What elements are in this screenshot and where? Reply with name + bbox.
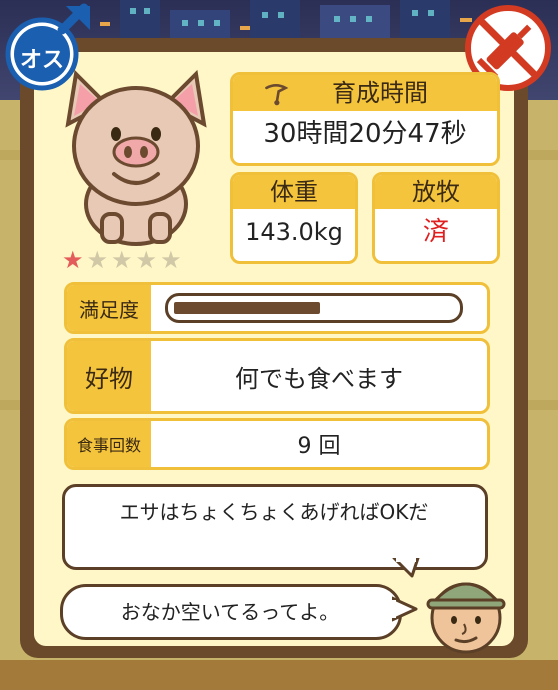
advice-text: エサはちょくちょくあげればOKだ xyxy=(119,500,429,524)
satisfaction-row: 満足度 xyxy=(64,282,490,334)
satisfaction-bar xyxy=(165,293,463,323)
star-empty-icon: ★ xyxy=(111,246,133,274)
rearing-time-label: 育成時間 xyxy=(332,79,428,107)
meal-count-value: 9 回 xyxy=(297,434,341,459)
hungry-text: おなか空いてるってよ。 xyxy=(120,600,340,624)
farmer-avatar xyxy=(426,582,506,654)
star-empty-icon: ★ xyxy=(135,246,158,274)
grazing-box: 放牧 済 xyxy=(372,172,500,264)
whistle-icon xyxy=(265,84,289,106)
star-empty-icon: ★ xyxy=(160,246,182,274)
favorite-food-value: 何でも食べます xyxy=(235,364,403,393)
rating-stars: ★ ★ ★ ★ ★ xyxy=(62,248,182,272)
meal-count-label: 食事回数 xyxy=(67,421,151,467)
meal-count-row: 食事回数 9 回 xyxy=(64,418,490,470)
favorite-food-label: 好物 xyxy=(67,341,151,411)
favorite-food-row: 好物 何でも食べます xyxy=(64,338,490,414)
weight-box: 体重 143.0kg xyxy=(230,172,358,264)
rearing-time-value: 30時間20分47秒 xyxy=(263,119,467,149)
satisfaction-label: 満足度 xyxy=(67,285,151,331)
satisfaction-bar-fill xyxy=(174,302,320,314)
floor-strip xyxy=(0,660,558,690)
pig-portrait xyxy=(65,69,207,246)
weight-label: 体重 xyxy=(233,175,355,209)
grazing-value: 済 xyxy=(422,217,449,247)
star-filled-icon: ★ xyxy=(62,246,84,274)
grazing-label: 放牧 xyxy=(375,175,497,209)
weight-value: 143.0kg xyxy=(245,218,343,246)
rearing-time-box: 育成時間 30時間20分47秒 xyxy=(230,72,500,166)
star-empty-icon: ★ xyxy=(86,246,109,274)
